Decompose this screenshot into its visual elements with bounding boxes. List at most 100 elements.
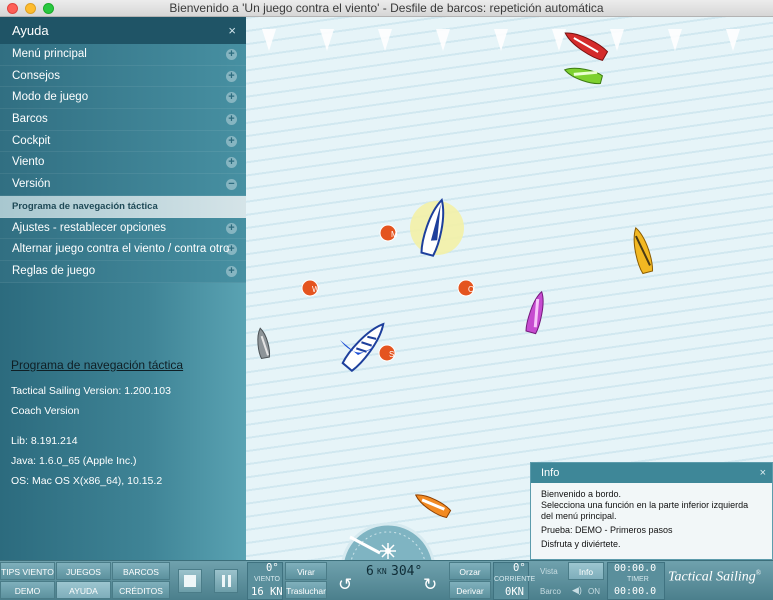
- menu-item-label: Versión: [12, 178, 51, 191]
- pause-button[interactable]: [214, 569, 238, 593]
- close-icon[interactable]: ×: [228, 17, 236, 44]
- boat-purple[interactable]: [525, 290, 548, 335]
- orzar-button[interactable]: Orzar: [449, 562, 491, 580]
- timer-label: TIMER: [627, 576, 649, 583]
- vista-button[interactable]: Vista: [540, 567, 558, 576]
- time-elapsed: 00:00.0: [614, 563, 657, 574]
- pause-icon: [222, 575, 225, 587]
- buoy-label: O: [468, 285, 474, 294]
- wind-speed: 16 KN: [251, 586, 283, 598]
- menu-item-label: Ajustes - restablecer opciones: [12, 221, 167, 234]
- buoy-m[interactable]: M: [379, 224, 398, 242]
- tab-barcos[interactable]: BARCOS: [112, 562, 170, 580]
- menu-item-rules[interactable]: Reglas de juego +: [0, 260, 246, 283]
- current-label: CORRIENTE: [494, 576, 536, 583]
- rotate-right-icon[interactable]: ↻: [423, 575, 437, 595]
- menu-item-settings-reset[interactable]: Ajustes - restablecer opciones +: [0, 217, 246, 240]
- boat-speed-unit: KN: [377, 567, 387, 576]
- wind-indicators: [262, 29, 740, 51]
- info-button[interactable]: Info: [568, 562, 604, 580]
- boat-heading: 304°: [391, 564, 423, 579]
- cockpit-bar: TIPS VIENTO JUEGOS BARCOS DEMO AYUDA CRÉ…: [0, 560, 773, 600]
- version-info: Programa de navegación táctica Tactical …: [11, 355, 183, 491]
- menu-item-toggle-game[interactable]: Alternar juego contra el viento / contra…: [0, 239, 246, 276]
- os-text: OS: Mac OS X(x86_64), 10.15.2: [11, 475, 163, 487]
- boat-green[interactable]: [563, 64, 603, 85]
- tab-demo[interactable]: DEMO: [0, 581, 55, 599]
- expand-icon[interactable]: +: [226, 114, 237, 126]
- info-panel-header: Info ×: [531, 463, 772, 483]
- sidebar-title: Ayuda: [12, 23, 49, 38]
- boat-speed: 6: [366, 564, 374, 579]
- info-panel-body: Bienvenido a bordo. Selecciona una funci…: [531, 483, 772, 559]
- window-title: Bienvenido a 'Un juego contra el viento'…: [169, 1, 604, 15]
- help-sidebar: Ayuda × Menú principal + Consejos + Modo d…: [0, 17, 246, 560]
- menu-item-label: Viento: [12, 156, 45, 169]
- expand-icon[interactable]: +: [226, 222, 237, 234]
- menu-item-game-mode[interactable]: Modo de juego +: [0, 87, 246, 110]
- boat-red[interactable]: [562, 27, 609, 62]
- stop-icon: [184, 575, 196, 587]
- menu-item-version[interactable]: Versión −: [0, 174, 246, 196]
- buoy-o[interactable]: O: [457, 279, 475, 297]
- compass[interactable]: [341, 522, 435, 560]
- derivar-button[interactable]: Derivar: [449, 581, 491, 599]
- boat-yellow[interactable]: [629, 226, 654, 275]
- expand-icon[interactable]: +: [226, 157, 237, 169]
- expand-icon[interactable]: +: [226, 70, 237, 82]
- buoy-label: W: [312, 285, 320, 294]
- info-line: Prueba: DEMO - Primeros pasos: [541, 525, 673, 535]
- menu-item-boats[interactable]: Barcos +: [0, 109, 246, 131]
- rotate-left-icon[interactable]: ↺: [338, 575, 352, 595]
- sound-icon[interactable]: ◀): [572, 585, 582, 596]
- boat-grey[interactable]: [255, 327, 271, 360]
- menu-item-label: Programa de navegación táctica: [12, 200, 158, 212]
- tab-tips-viento[interactable]: TIPS VIENTO: [0, 562, 55, 580]
- stop-button[interactable]: [178, 569, 202, 593]
- barco-button[interactable]: Barco: [540, 587, 561, 596]
- window-close-button[interactable]: [7, 3, 18, 14]
- edition-text: Coach Version: [11, 405, 80, 417]
- menu-item-label: Reglas de juego: [12, 264, 96, 277]
- tab-ayuda[interactable]: AYUDA: [56, 581, 111, 599]
- info-line: Disfruta y diviértete.: [541, 539, 621, 549]
- buoy-label: M: [391, 230, 398, 239]
- expand-icon[interactable]: +: [226, 92, 237, 104]
- expand-icon[interactable]: +: [226, 135, 237, 147]
- menu-item-cockpit[interactable]: Cockpit +: [0, 130, 246, 153]
- window-maximize-button[interactable]: [43, 3, 54, 14]
- current-angle: 0°: [513, 562, 526, 574]
- close-icon[interactable]: ×: [760, 463, 766, 483]
- menu-item-tips[interactable]: Consejos +: [0, 65, 246, 88]
- buoy-s[interactable]: S: [378, 344, 396, 362]
- virar-button[interactable]: Virar: [285, 562, 327, 580]
- tab-juegos[interactable]: JUEGOS: [56, 562, 111, 580]
- boat-blue-spinnaker[interactable]: [341, 319, 389, 373]
- window-minimize-button[interactable]: [25, 3, 36, 14]
- lib-text: Lib: 8.191.214: [11, 435, 78, 447]
- collapse-icon[interactable]: −: [226, 179, 237, 191]
- current-speed: 0KN: [505, 586, 524, 598]
- java-text: Java: 1.6.0_65 (Apple Inc.): [11, 455, 137, 467]
- menu-item-main-menu[interactable]: Menú principal +: [0, 44, 246, 66]
- menu-item-wind[interactable]: Viento +: [0, 152, 246, 175]
- menu-item-label: Menú principal: [12, 48, 87, 60]
- logo-mark: ®: [755, 569, 762, 577]
- expand-icon[interactable]: +: [226, 49, 237, 60]
- info-panel-title: Info: [541, 467, 560, 479]
- info-line: Selecciona una función en la parte infer…: [541, 500, 749, 521]
- info-line: Bienvenido a bordo.: [541, 489, 622, 499]
- trasluchar-button[interactable]: Trasluchar: [285, 581, 327, 599]
- boat-orange[interactable]: [413, 490, 452, 519]
- menu-item-label: Barcos: [12, 113, 48, 126]
- expand-icon[interactable]: +: [226, 265, 237, 277]
- sound-toggle[interactable]: ON: [588, 587, 600, 596]
- tactical-sailing-logo: Tactical Sailing®: [668, 569, 761, 586]
- tab-creditos[interactable]: CRÉDITOS: [112, 581, 170, 599]
- buoy-w[interactable]: W: [301, 279, 320, 297]
- wind-label: VIENTO: [254, 576, 280, 583]
- info-panel: Info × Bienvenido a bordo. Selecciona un…: [530, 462, 773, 560]
- window-titlebar: Bienvenido a 'Un juego contra el viento'…: [0, 0, 773, 17]
- menu-item-tactical-program[interactable]: Programa de navegación táctica: [0, 195, 246, 218]
- expand-icon[interactable]: +: [226, 244, 237, 256]
